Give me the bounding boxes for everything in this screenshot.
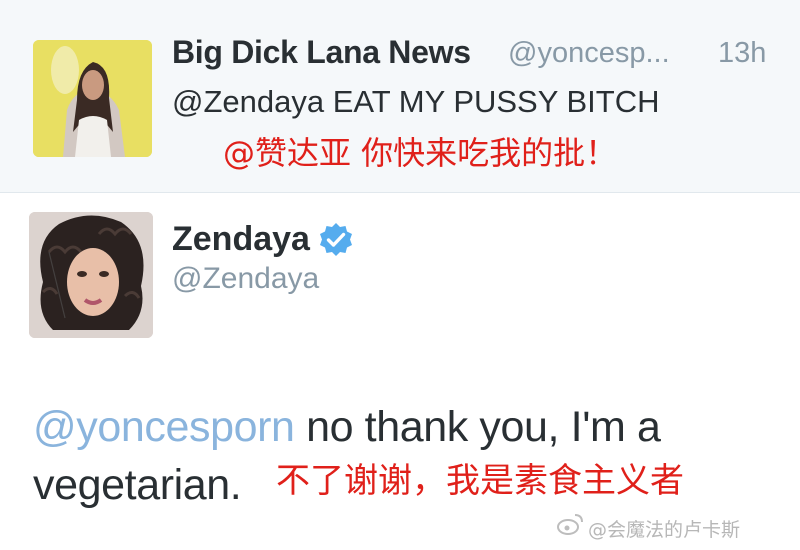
avatar-illustration	[29, 212, 153, 338]
divider	[0, 192, 800, 193]
display-name[interactable]: Zendaya	[172, 220, 310, 259]
tweet-text-line1: no thank you, I'm a	[294, 403, 661, 451]
user-handle[interactable]: @Zendaya	[172, 262, 319, 296]
tweet-text-line2: vegetarian.	[33, 461, 242, 509]
watermark: @会魔法的卢卡斯	[588, 519, 741, 541]
user-handle[interactable]: @yoncesp...	[508, 37, 670, 70]
avatar[interactable]	[29, 212, 153, 338]
avatar[interactable]	[33, 40, 152, 157]
timestamp[interactable]: 13h	[718, 37, 766, 70]
weibo-logo-icon	[557, 514, 583, 535]
tweet-text: @Zendaya EAT MY PUSSY BITCH	[172, 84, 660, 119]
display-name[interactable]: Big Dick Lana News	[172, 34, 471, 71]
mention-link[interactable]: @yoncesporn	[33, 403, 295, 451]
reply-tweet[interactable]: Big Dick Lana News @yoncesp... 13h @Zend…	[0, 0, 800, 192]
avatar-photo	[33, 40, 152, 157]
translation-caption: 不了谢谢，我是素食主义者	[276, 461, 684, 501]
translation-caption: @赞达亚 你快来吃我的批！	[223, 134, 618, 172]
verified-badge-icon	[320, 223, 352, 256]
